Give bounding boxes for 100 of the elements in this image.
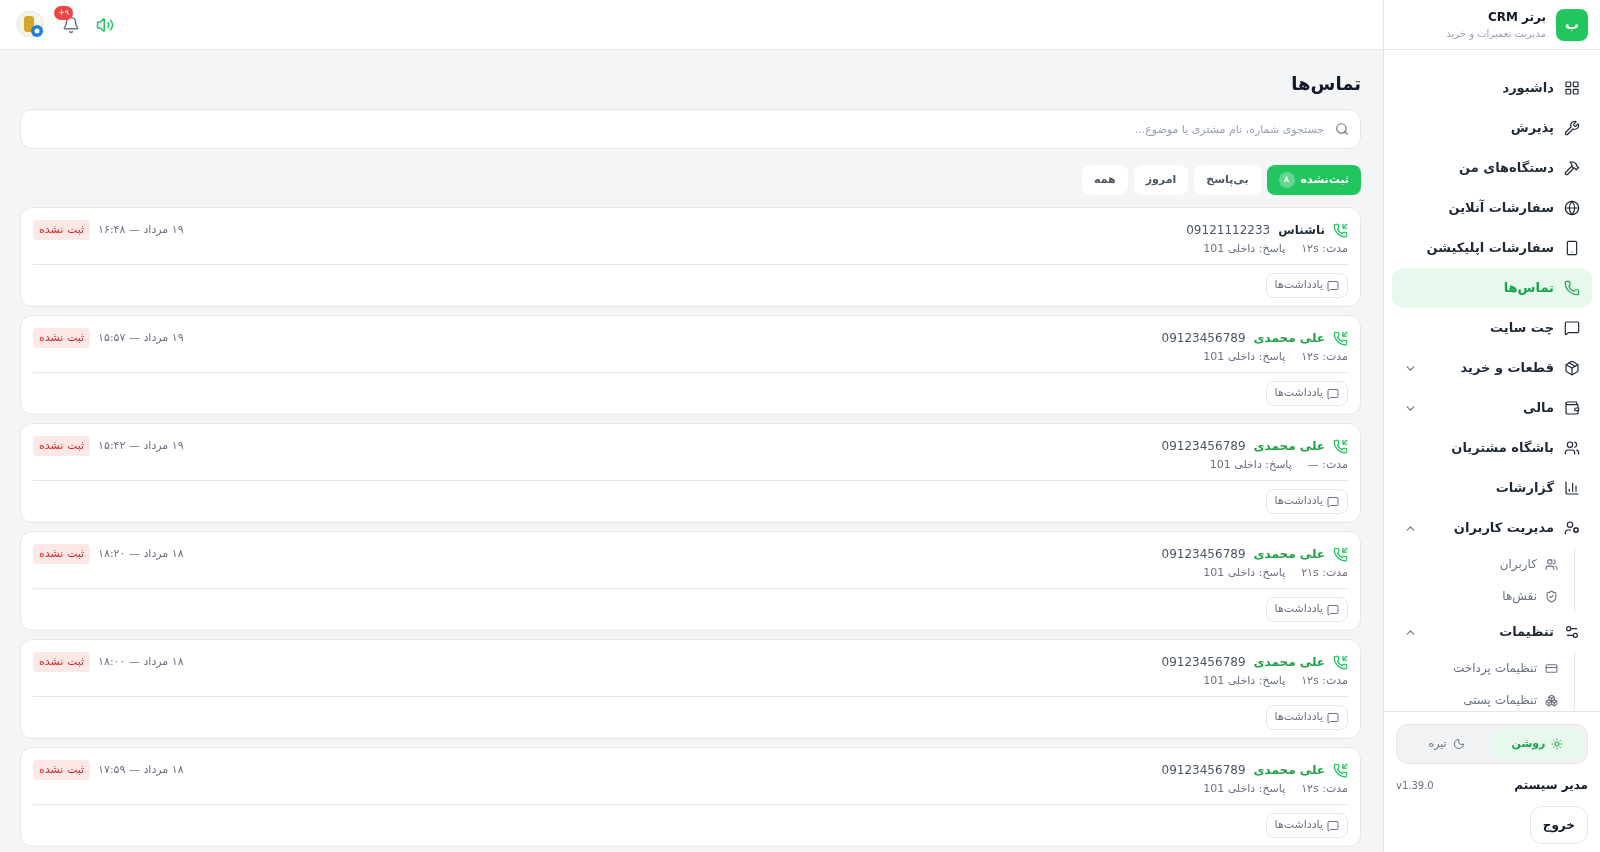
comment-icon xyxy=(1327,711,1339,724)
call-time: ۱۹ مرداد — ۱۵:۵۷ xyxy=(98,329,184,346)
answered-by: پاسخ: داخلی 101 xyxy=(1203,564,1286,581)
search-icon xyxy=(1335,122,1349,136)
chat-icon xyxy=(1564,320,1580,336)
call-time: ۱۸ مرداد — ۱۷:۵۹ xyxy=(98,761,184,778)
comment-icon xyxy=(1327,495,1339,508)
call-duration: مدت: ۱۲s xyxy=(1301,780,1348,797)
incoming-call-icon xyxy=(1333,654,1348,670)
avatar-icon[interactable] xyxy=(16,9,46,40)
status-badge: ثبت نشده xyxy=(33,759,91,781)
sidebar-item[interactable]: چت سایت xyxy=(1392,308,1592,348)
theme-option[interactable]: تیره xyxy=(1401,729,1492,759)
sidebar-item[interactable]: مدیریت کاربران xyxy=(1392,508,1592,548)
status-badge: ثبت نشده xyxy=(33,651,91,673)
sidebar-subitem[interactable]: نقش‌ها xyxy=(1392,580,1570,612)
logo: ب xyxy=(1556,8,1588,41)
phone-number: 09121112233 xyxy=(1186,222,1271,239)
brand-name: برتر CRM xyxy=(1486,9,1546,26)
caller-name: علی محمدی xyxy=(1253,330,1325,347)
notes-button[interactable]: یادداشت‌ها xyxy=(1265,705,1348,730)
filter-tab[interactable]: همه xyxy=(1082,165,1128,195)
notes-button[interactable]: یادداشت‌ها xyxy=(1265,597,1348,622)
sidebar-item[interactable]: دستگاه‌های من xyxy=(1392,148,1592,188)
caller-name: علی محمدی xyxy=(1253,762,1325,779)
sliders-icon xyxy=(1564,624,1580,640)
answered-by: پاسخ: داخلی 101 xyxy=(1203,780,1286,797)
sidebar-subitem[interactable]: کاربران xyxy=(1392,548,1570,580)
incoming-call-icon xyxy=(1333,222,1348,238)
answered-by: پاسخ: داخلی 101 xyxy=(1203,672,1286,689)
call-time: ۱۸ مرداد — ۱۸:۲۰ xyxy=(98,545,184,562)
call-duration: مدت: — xyxy=(1307,456,1348,473)
sidebar-item[interactable]: مالی xyxy=(1392,388,1592,428)
user-settings-icon xyxy=(1564,520,1580,536)
logout-button[interactable]: خروج xyxy=(1529,806,1588,844)
card-icon xyxy=(1545,661,1558,675)
globe-icon xyxy=(1564,200,1580,216)
users-icon xyxy=(1545,557,1558,571)
status-badge: ثبت نشده xyxy=(33,543,91,565)
sidebar-subitem[interactable]: تنظیمات پرداخت xyxy=(1392,652,1570,684)
sidebar-item[interactable]: باشگاه مشتریان xyxy=(1392,428,1592,468)
caller-name: علی محمدی xyxy=(1253,438,1325,455)
call-duration: مدت: ۱۲s xyxy=(1301,348,1348,365)
search-field[interactable]: جستجوی شماره، نام مشتری یا موضوع... xyxy=(20,109,1361,149)
notes-button[interactable]: یادداشت‌ها xyxy=(1265,273,1348,298)
phone-number: 09123456789 xyxy=(1161,546,1246,563)
notification-badge: +۹ xyxy=(54,5,73,20)
phone-number: 09123456789 xyxy=(1161,762,1246,779)
comment-icon xyxy=(1327,603,1339,616)
wallet-icon xyxy=(1564,400,1580,416)
sidebar-item[interactable]: گزارشات xyxy=(1392,468,1592,508)
answered-by: پاسخ: داخلی 101 xyxy=(1203,240,1286,257)
sidebar-item[interactable]: پذیرش xyxy=(1392,108,1592,148)
users-icon xyxy=(1564,440,1580,456)
filter-tab[interactable]: امروز xyxy=(1133,165,1189,195)
count-badge: ۸ xyxy=(1278,172,1295,188)
incoming-call-icon xyxy=(1333,546,1348,562)
notes-button[interactable]: یادداشت‌ها xyxy=(1265,813,1348,838)
sidebar-item[interactable]: قطعات و خرید xyxy=(1392,348,1592,388)
notification-bell-icon[interactable] xyxy=(62,15,80,34)
phone-device-icon xyxy=(1564,240,1580,256)
user-name: مدیر سیستم xyxy=(1514,777,1588,794)
notes-button[interactable]: یادداشت‌ها xyxy=(1265,381,1348,406)
grid-icon xyxy=(1564,80,1580,96)
incoming-call-icon xyxy=(1333,438,1348,454)
comment-icon xyxy=(1327,387,1339,400)
sidebar-subitem[interactable]: تنظیمات پستی xyxy=(1392,684,1570,711)
phone-number: 09123456789 xyxy=(1161,654,1246,671)
comment-icon xyxy=(1327,279,1339,292)
call-time: ۱۹ مرداد — ۱۶:۴۸ xyxy=(98,221,184,238)
filter-tab[interactable]: بی‌پاسخ xyxy=(1194,165,1261,195)
page-title: تماس‌ها xyxy=(1290,72,1361,96)
caller-name: علی محمدی xyxy=(1253,546,1325,563)
caller-name: ناشناس xyxy=(1278,222,1325,239)
sidebar-item[interactable]: سفارشات آنلاین xyxy=(1392,188,1592,228)
incoming-call-icon xyxy=(1333,762,1348,778)
wrench-icon xyxy=(1564,120,1580,136)
moon-icon xyxy=(1452,738,1465,750)
phone-number: 09123456789 xyxy=(1161,438,1246,455)
phone-icon xyxy=(1564,280,1580,296)
status-badge: ثبت نشده xyxy=(33,219,91,241)
call-time: ۱۹ مرداد — ۱۵:۴۲ xyxy=(98,437,184,454)
incoming-call-icon xyxy=(1333,330,1348,346)
app-version: v1.39.0 xyxy=(1396,778,1434,793)
call-duration: مدت: ۲۱s xyxy=(1301,564,1348,581)
answered-by: پاسخ: داخلی 101 xyxy=(1203,348,1286,365)
sidebar-item[interactable]: تنظیمات xyxy=(1392,612,1592,652)
speaker-icon[interactable] xyxy=(96,15,114,34)
box-icon xyxy=(1564,360,1580,376)
sidebar-item[interactable]: سفارشات اپلیکیشن xyxy=(1392,228,1592,268)
status-badge: ثبت نشده xyxy=(33,327,91,349)
phone-number: 09123456789 xyxy=(1161,330,1246,347)
call-time: ۱۸ مرداد — ۱۸:۰۰ xyxy=(98,653,184,670)
shield-icon xyxy=(1545,589,1558,603)
notes-button[interactable]: یادداشت‌ها xyxy=(1265,489,1348,514)
brand-subtitle: مدیریت تعمیرات و خرید xyxy=(1446,27,1546,41)
status-badge: ثبت نشده xyxy=(33,435,91,457)
caller-name: علی محمدی xyxy=(1253,654,1325,671)
sidebar-item[interactable]: داشبورد xyxy=(1392,68,1592,108)
call-duration: مدت: ۱۲s xyxy=(1301,672,1348,689)
